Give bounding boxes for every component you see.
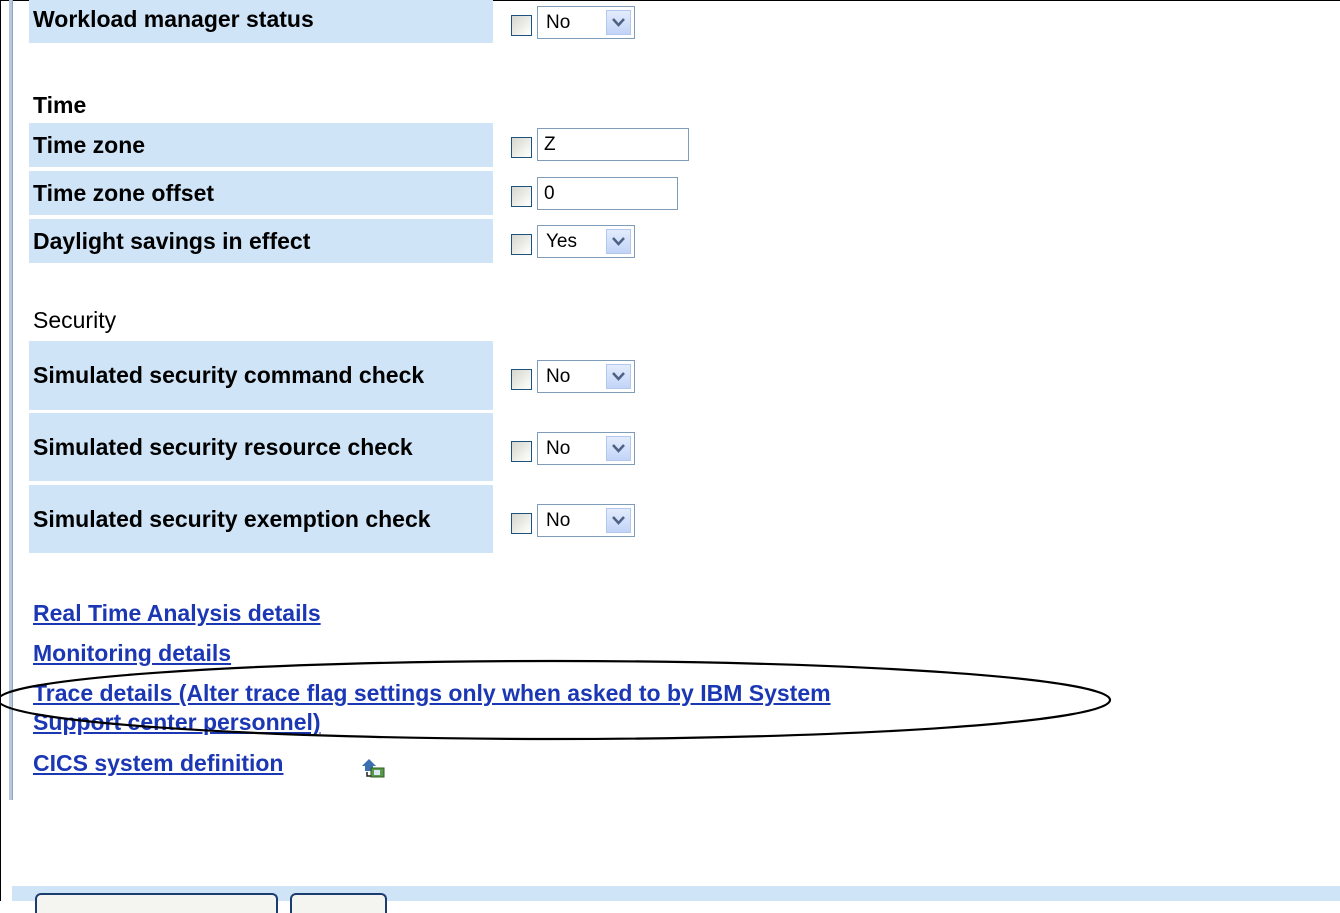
security-exemption-check-label: Simulated security exemption check <box>29 485 493 553</box>
monitoring-details-link[interactable]: Monitoring details <box>33 640 231 667</box>
daylight-savings-label: Daylight savings in effect <box>29 219 493 263</box>
time-zone-offset-input[interactable]: 0 <box>537 177 678 210</box>
time-zone-checkbox[interactable] <box>511 137 532 158</box>
chevron-down-icon <box>606 508 631 533</box>
security-exemption-check-checkbox[interactable] <box>511 513 532 534</box>
chevron-down-icon <box>606 364 631 389</box>
section-heading-time: Time <box>33 92 87 118</box>
select-value: Yes <box>546 231 577 252</box>
select-value: No <box>546 366 571 387</box>
select-value: No <box>546 510 571 531</box>
time-zone-offset-checkbox[interactable] <box>511 186 532 207</box>
left-scroll-edge <box>9 0 13 800</box>
security-command-check-select[interactable]: No <box>537 360 635 393</box>
security-resource-check-label: Simulated security resource check <box>29 413 493 481</box>
security-resource-check-checkbox[interactable] <box>511 441 532 462</box>
hierarchy-navigate-icon[interactable] <box>359 755 387 779</box>
section-heading-security: Security <box>33 307 117 333</box>
daylight-savings-checkbox[interactable] <box>511 234 532 255</box>
security-command-check-label: Simulated security command check <box>29 341 493 410</box>
bottom-button-secondary[interactable] <box>290 893 387 913</box>
real-time-analysis-link[interactable]: Real Time Analysis details <box>33 600 321 627</box>
trace-details-link[interactable]: Trace details (Alter trace flag settings… <box>33 679 831 737</box>
security-command-check-checkbox[interactable] <box>511 369 532 390</box>
workload-manager-status-label: Workload manager status <box>29 0 493 43</box>
time-zone-label: Time zone <box>29 123 493 167</box>
time-zone-offset-label: Time zone offset <box>29 171 493 215</box>
chevron-down-icon <box>606 436 631 461</box>
security-exemption-check-select[interactable]: No <box>537 504 635 537</box>
chevron-down-icon <box>606 229 631 254</box>
bottom-button-primary[interactable] <box>35 893 278 913</box>
security-resource-check-select[interactable]: No <box>537 432 635 465</box>
workload-manager-status-checkbox[interactable] <box>511 15 532 36</box>
workload-manager-status-select[interactable]: No <box>537 6 635 39</box>
cics-system-definition-link[interactable]: CICS system definition <box>33 750 283 777</box>
select-value: No <box>546 438 571 459</box>
time-zone-input[interactable]: Z <box>537 128 689 161</box>
chevron-down-icon <box>606 10 631 35</box>
daylight-savings-select[interactable]: Yes <box>537 225 635 258</box>
select-value: No <box>546 12 571 33</box>
frame-left-border <box>0 0 1 901</box>
